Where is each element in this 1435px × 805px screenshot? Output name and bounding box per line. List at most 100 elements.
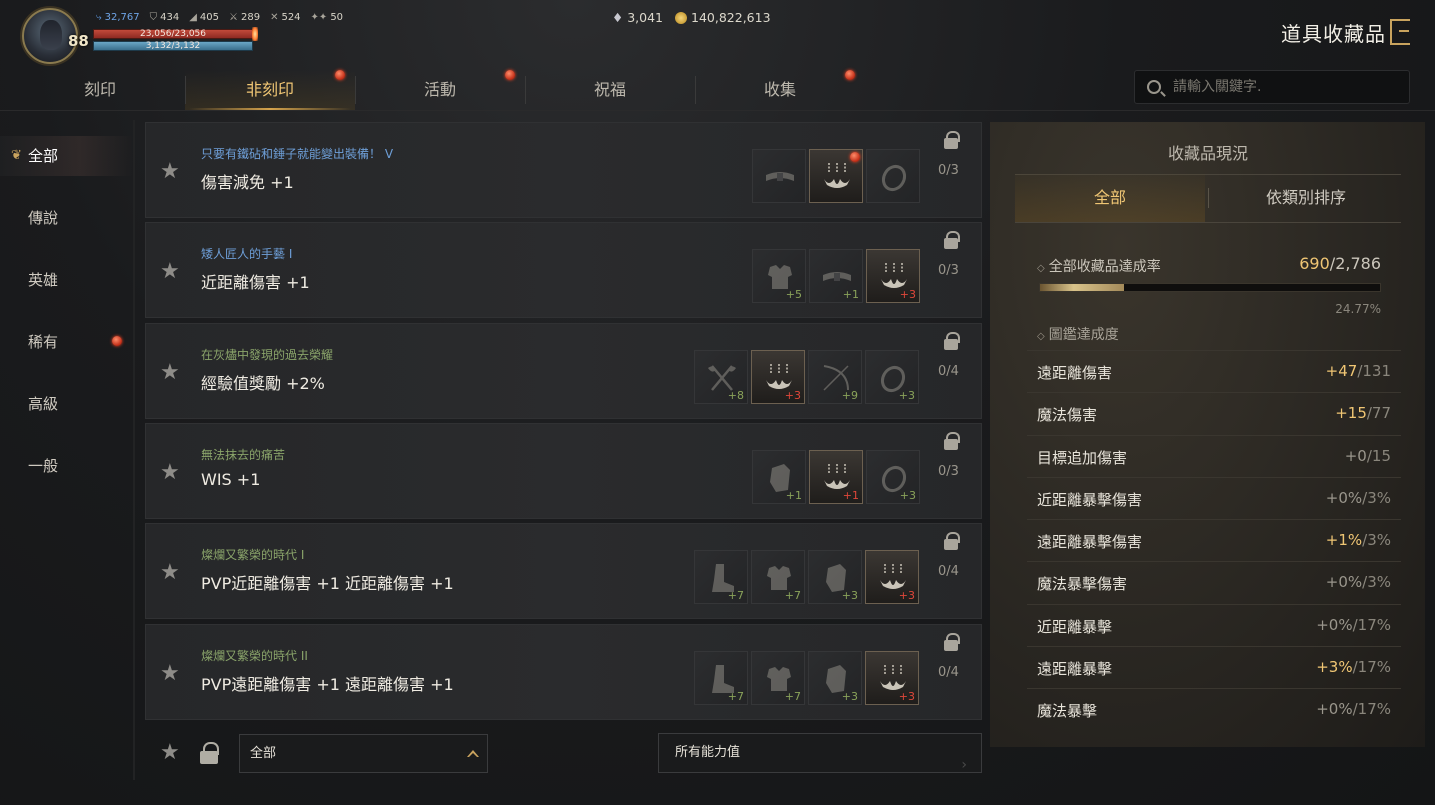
tab-separator bbox=[695, 76, 696, 104]
item-slot[interactable]: +5 bbox=[752, 249, 806, 304]
favorite-star-icon[interactable]: ★ bbox=[160, 161, 180, 183]
feather-icon: ⤷ bbox=[96, 12, 102, 23]
grade-sidebar: ❦ 全部傳說英雄稀有高級一般 bbox=[0, 124, 133, 724]
stat-current: +1% bbox=[1325, 531, 1363, 550]
item-slot[interactable]: +7 bbox=[751, 550, 805, 605]
search-input[interactable] bbox=[1173, 71, 1401, 103]
window-title: 道具收藏品 bbox=[1281, 22, 1386, 46]
item-slot[interactable]: +1 bbox=[809, 249, 863, 304]
item-slot[interactable]: +8 bbox=[694, 349, 748, 404]
enhance-level: +7 bbox=[784, 589, 801, 603]
item-slot[interactable]: +7 bbox=[694, 650, 748, 705]
collection-row[interactable]: ★ 無法抹去的痛苦 WIS +1 +1 +1 +3 0/3 bbox=[145, 422, 982, 519]
collection-items: +8 +3 +9 +3 bbox=[694, 349, 919, 404]
stat-name: 遠距離暴擊傷害 bbox=[1037, 533, 1143, 552]
panel-tab-all[interactable]: 全部 bbox=[1015, 174, 1205, 222]
sidebar-item-2[interactable]: 英雄 bbox=[0, 260, 133, 300]
stat-value: +0%/3% bbox=[1326, 489, 1391, 507]
notification-dot-icon bbox=[112, 336, 122, 346]
stat-row: 魔法傷害 +15/77 bbox=[1027, 392, 1401, 434]
collection-row[interactable]: ★ 只要有鐵砧和錘子就能變出裝備！ V 傷害減免 +1 0/3 bbox=[145, 122, 982, 218]
lock-icon[interactable] bbox=[944, 532, 960, 551]
stat-dropdown[interactable]: 所有能力值 › bbox=[658, 733, 982, 773]
lock-icon[interactable] bbox=[944, 632, 960, 651]
collection-row[interactable]: ★ 燦爛又繁榮的時代 I PVP近距離傷害 +1 近距離傷害 +1 +7 +7 +3 +3 0… bbox=[145, 523, 982, 620]
lock-filter-icon[interactable] bbox=[200, 742, 219, 764]
sidebar-item-0[interactable]: ❦ 全部 bbox=[0, 136, 133, 176]
stat-value: +0%/17% bbox=[1316, 700, 1391, 718]
exit-door-icon[interactable] bbox=[1390, 19, 1410, 45]
favorite-star-icon[interactable]: ★ bbox=[160, 662, 180, 685]
tab-label: 收集 bbox=[763, 80, 796, 99]
panel-tab-sort[interactable]: 依類別排序 bbox=[1211, 174, 1401, 222]
lock-icon[interactable] bbox=[944, 331, 960, 350]
favorite-filter-star-icon[interactable]: ★ bbox=[160, 740, 180, 765]
item-slot[interactable]: +3 bbox=[866, 449, 920, 504]
tab-0[interactable]: 刻印 bbox=[15, 70, 185, 110]
search-box[interactable] bbox=[1134, 70, 1410, 104]
grade-dropdown[interactable]: 全部 bbox=[239, 734, 488, 773]
favorite-star-icon[interactable]: ★ bbox=[160, 461, 180, 484]
collection-row[interactable]: ★ 矮人匠人的手藝 I 近距離傷害 +1 +5 +1 +3 0/3 bbox=[145, 222, 982, 319]
notification-dot-icon bbox=[335, 70, 345, 80]
ornament-icon: ❦ bbox=[11, 148, 22, 163]
stat-row: 遠距離傷害 +47/131 bbox=[1027, 350, 1401, 392]
tab-1[interactable]: 非刻印 bbox=[185, 70, 355, 110]
gold-coin-icon bbox=[675, 12, 688, 24]
hp-text: 23,056/23,056 bbox=[139, 29, 206, 39]
tab-3[interactable]: 祝福 bbox=[525, 70, 695, 110]
stat-max: /3% bbox=[1362, 531, 1391, 550]
collection-row[interactable]: ★ 燦爛又繁榮的時代 II PVP遠距離傷害 +1 遠距離傷害 +1 +7 +7 +3 +3… bbox=[145, 623, 982, 720]
item-slot[interactable]: +7 bbox=[751, 650, 805, 705]
item-slot[interactable]: +9 bbox=[808, 349, 862, 404]
lock-icon[interactable] bbox=[944, 231, 960, 250]
item-slot[interactable]: +7 bbox=[694, 550, 748, 605]
item-slot[interactable]: +3 bbox=[808, 650, 862, 705]
lock-icon[interactable] bbox=[944, 431, 960, 450]
collection-subtitle: 矮人匠人的手藝 I bbox=[201, 247, 293, 262]
sidebar-item-1[interactable]: 傳說 bbox=[0, 198, 133, 238]
item-slot[interactable] bbox=[752, 149, 806, 203]
item-slot[interactable]: +1 bbox=[752, 449, 806, 504]
item-slot[interactable]: +3 bbox=[865, 650, 919, 705]
gems: ♦ 3,041 bbox=[612, 10, 663, 25]
player-stat-value: 405 bbox=[199, 12, 219, 23]
sidebar-item-label: 稀有 bbox=[28, 333, 59, 351]
stat-row: 魔法暴擊 +0%/17% bbox=[1027, 688, 1401, 730]
tab-label: 刻印 bbox=[83, 80, 116, 99]
collection-items: +5 +1 +3 bbox=[752, 249, 920, 304]
stat-max: /17% bbox=[1352, 658, 1391, 677]
sidebar-item-5[interactable]: 一般 bbox=[0, 446, 133, 486]
player-stat-value: 434 bbox=[160, 12, 180, 23]
tab-4[interactable]: 收集 bbox=[695, 70, 865, 110]
item-slot[interactable]: +3 bbox=[808, 550, 862, 605]
collection-count: 0/4 bbox=[938, 664, 959, 680]
enhance-level: +7 bbox=[784, 689, 801, 703]
stat-current: +3% bbox=[1316, 658, 1353, 677]
item-slot[interactable]: +1 bbox=[809, 449, 863, 504]
favorite-star-icon[interactable]: ★ bbox=[160, 261, 180, 283]
stat-row: 遠距離暴擊 +3%/17% bbox=[1027, 646, 1401, 688]
lock-icon[interactable] bbox=[944, 131, 960, 149]
item-slot[interactable]: +3 bbox=[866, 249, 920, 304]
collection-effect: PVP遠距離傷害 +1 遠距離傷害 +1 bbox=[201, 674, 454, 694]
sidebar-item-4[interactable]: 高級 bbox=[0, 384, 133, 424]
item-slot[interactable]: +3 bbox=[865, 550, 919, 605]
tab-2[interactable]: 活動 bbox=[355, 70, 525, 110]
item-slot[interactable] bbox=[809, 149, 863, 203]
collection-count: 0/3 bbox=[938, 163, 959, 178]
item-slot[interactable] bbox=[866, 149, 920, 203]
item-slot[interactable]: +3 bbox=[865, 349, 919, 404]
favorite-star-icon[interactable]: ★ bbox=[160, 361, 180, 384]
item-slot[interactable]: +3 bbox=[751, 349, 805, 404]
collection-row[interactable]: ★ 在灰燼中發現的過去榮耀 經驗值獎勵 +2% +8 +3 +9 +3 0/4 bbox=[145, 322, 982, 419]
favorite-star-icon[interactable]: ★ bbox=[160, 562, 180, 584]
enhance-level: +3 bbox=[898, 388, 915, 402]
gem-count: 3,041 bbox=[627, 10, 664, 25]
collection-subtitle: 燦爛又繁榮的時代 II bbox=[201, 648, 308, 663]
enhance-level: +3 bbox=[841, 689, 858, 703]
stat-current: +47 bbox=[1325, 362, 1358, 380]
sidebar-item-3[interactable]: 稀有 bbox=[0, 322, 133, 362]
stat-max: /3% bbox=[1362, 573, 1391, 592]
rate-total: /2,786 bbox=[1329, 254, 1381, 273]
